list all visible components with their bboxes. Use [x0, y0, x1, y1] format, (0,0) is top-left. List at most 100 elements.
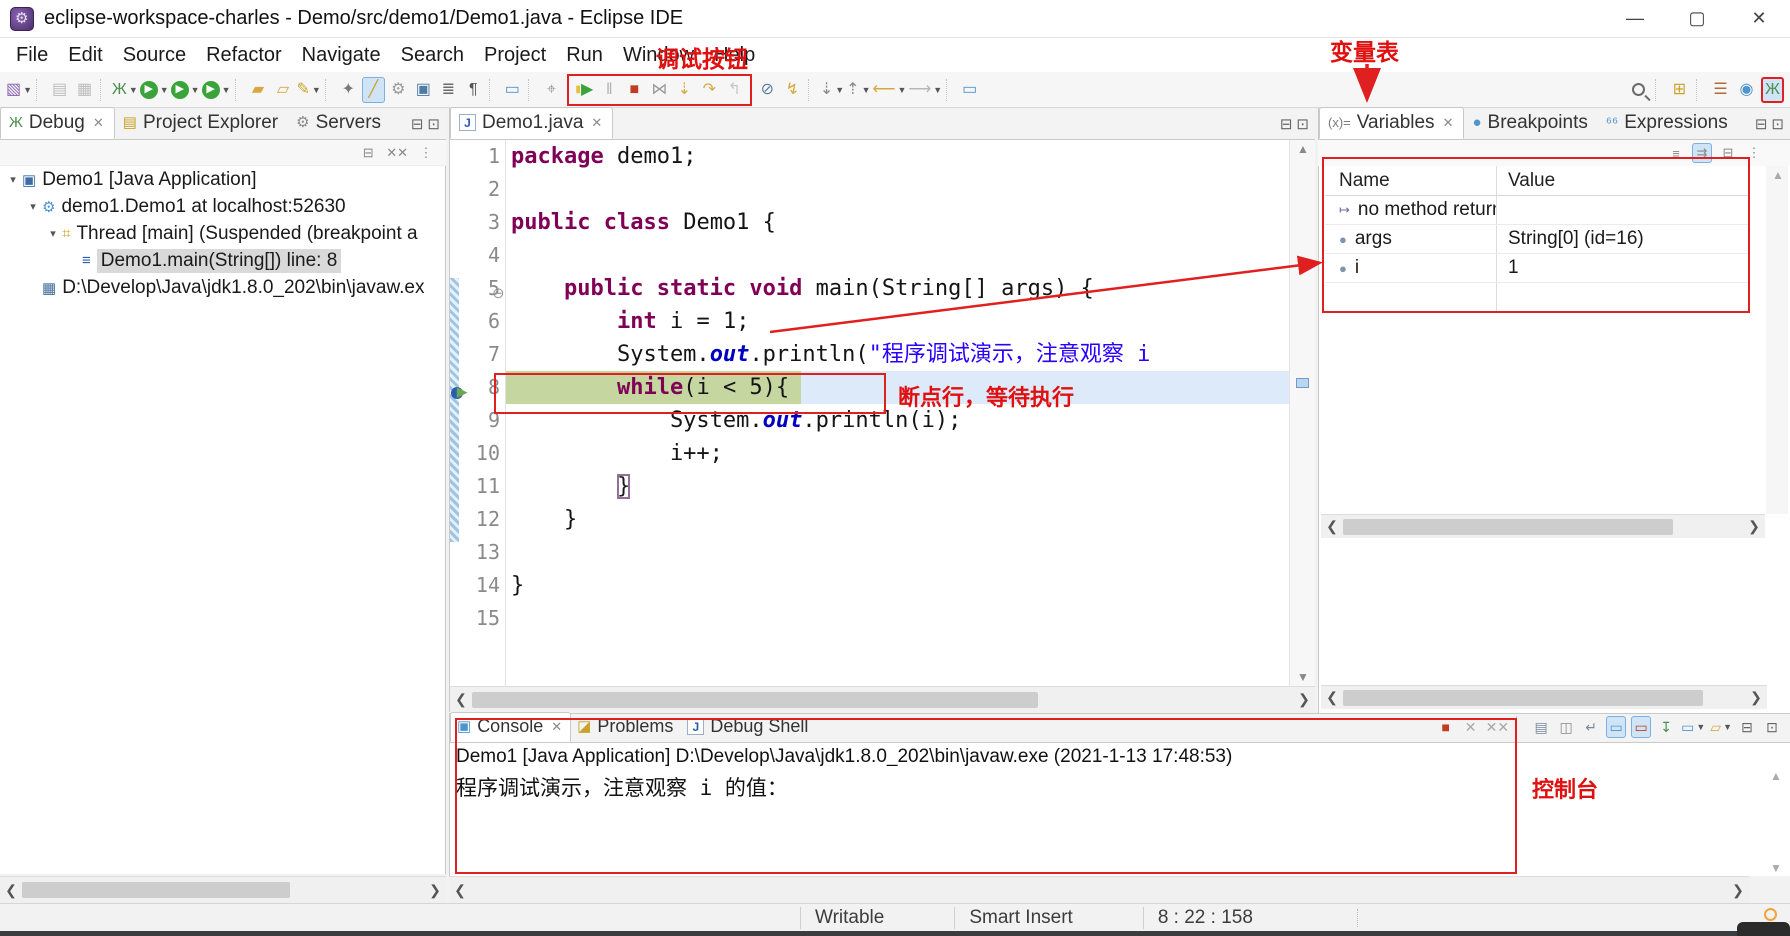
code-line-6[interactable]: 6 int i = 1; — [450, 305, 1289, 338]
code-line-10[interactable]: 10 i++; — [450, 437, 1289, 470]
minimize-icon[interactable]: ⊟ — [1755, 115, 1768, 133]
column-divider[interactable] — [1496, 166, 1497, 195]
maximize-icon[interactable]: ⊡ — [1296, 115, 1309, 133]
suspend-button[interactable]: ‖ — [598, 77, 621, 103]
code-line-12[interactable]: 12 } — [450, 503, 1289, 536]
run-external-button[interactable]: ▶▼ — [202, 77, 231, 103]
open-console-button[interactable]: ▭ — [501, 77, 524, 103]
breakpoint-icon[interactable]: ▶ — [451, 384, 469, 402]
step-into-button[interactable]: ⇣ — [673, 77, 696, 103]
view-menu-button[interactable]: ⋮ — [416, 143, 436, 163]
tab-breakpoints[interactable]: ●Breakpoints — [1464, 107, 1597, 139]
save-button[interactable]: ▤ — [48, 77, 71, 103]
notification-bell-icon[interactable] — [1764, 908, 1777, 921]
clear-marks-button[interactable]: ⌖ — [540, 77, 563, 103]
open-perspective-button[interactable]: ⊞ — [1668, 77, 1691, 103]
expand-chevron-icon[interactable]: ▾ — [46, 227, 60, 240]
scroll-lock-button[interactable]: ◫ — [1556, 716, 1576, 738]
dropdown-arrow-icon[interactable]: ▼ — [933, 85, 942, 95]
tree-item[interactable]: ≡Demo1.main(String[]) line: 8 — [0, 247, 445, 274]
scroll-up-icon[interactable]: ▲ — [1297, 142, 1309, 156]
pin-console-button[interactable]: ↧ — [1656, 716, 1676, 738]
close-icon[interactable]: ✕ — [551, 719, 562, 735]
tree-item[interactable]: ▾⌗Thread [main] (Suspended (breakpoint a — [0, 220, 445, 247]
menu-file[interactable]: File — [6, 42, 58, 69]
scroll-left-icon[interactable]: ❮ — [1321, 689, 1343, 706]
scroll-left-icon[interactable]: ❮ — [449, 882, 471, 899]
menu-window[interactable]: Window — [613, 42, 704, 69]
perspective-javaee-button[interactable]: ☰ — [1709, 77, 1732, 103]
mark-occurrences-button[interactable]: ✎▼ — [297, 77, 321, 103]
show-logical-structure-button[interactable]: ⇉ — [1692, 143, 1712, 163]
scrollbar-thumb[interactable] — [472, 692, 1038, 708]
expand-chevron-icon[interactable]: ▾ — [6, 173, 20, 186]
minimize-icon[interactable]: ⊟ — [411, 115, 424, 133]
run-button[interactable]: ▶▼ — [140, 77, 169, 103]
dropdown-arrow-icon[interactable]: ▼ — [129, 85, 138, 95]
collapse-all-button[interactable]: ⊟ — [358, 143, 378, 163]
dropdown-arrow-icon[interactable]: ▼ — [1723, 722, 1732, 732]
next-annotation-button[interactable]: ⇣▼ — [820, 77, 844, 103]
console-vertical-scrollbar[interactable]: ▲ ▼ — [1762, 769, 1788, 875]
variables-horizontal-scrollbar[interactable]: ❮ ❯ — [1321, 514, 1765, 538]
code-line-4[interactable]: 4 — [450, 239, 1289, 272]
remove-terminated-button[interactable]: ✕✕ — [386, 143, 408, 163]
dropdown-arrow-icon[interactable]: ▼ — [23, 85, 32, 95]
debug-button[interactable]: Ж▼ — [112, 77, 138, 103]
forward-button[interactable]: ⟶▼ — [908, 77, 942, 103]
variable-row[interactable] — [1325, 283, 1749, 312]
dropdown-arrow-icon[interactable]: ▼ — [222, 85, 231, 95]
open-task-button[interactable]: ▰ — [247, 77, 270, 103]
minimize-icon[interactable]: ⊟ — [1280, 115, 1293, 133]
perspective-debug-button[interactable]: Ж — [1761, 77, 1784, 103]
search-icon[interactable] — [1627, 77, 1650, 103]
collapse-all-button[interactable]: ⊟ — [1718, 143, 1738, 163]
menu-navigate[interactable]: Navigate — [292, 42, 391, 69]
tab-project-explorer[interactable]: ▤Project Explorer — [115, 107, 288, 139]
tab-debug-shell[interactable]: JDebug Shell — [681, 712, 816, 742]
coverage-button[interactable]: ▶▼ — [171, 77, 200, 103]
menu-project[interactable]: Project — [474, 42, 556, 69]
column-value[interactable]: Value — [1496, 170, 1555, 192]
column-name[interactable]: Name — [1325, 170, 1496, 192]
dropdown-arrow-icon[interactable]: ▼ — [312, 85, 321, 95]
fold-collapse-icon[interactable]: ⊖ — [492, 284, 505, 302]
last-edit-location-button[interactable]: ▭ — [958, 77, 981, 103]
show-whitespace-button[interactable]: ¶ — [462, 77, 485, 103]
editor-vertical-scrollbar[interactable]: ▲ ▼ — [1289, 140, 1315, 686]
tree-item[interactable]: ▾▣Demo1 [Java Application] — [0, 166, 445, 193]
dropdown-arrow-icon[interactable]: ▼ — [160, 85, 169, 95]
code-line-1[interactable]: 1package demo1; — [450, 140, 1289, 173]
step-filters-button[interactable]: ↯ — [781, 77, 804, 103]
tab-variables[interactable]: (x)=Variables✕ — [1319, 107, 1464, 139]
close-button[interactable]: ✕ — [1728, 0, 1790, 37]
menu-edit[interactable]: Edit — [58, 42, 112, 69]
save-all-button[interactable]: ▦ — [73, 77, 96, 103]
show-type-names-button[interactable]: ≡ — [1666, 143, 1686, 163]
minimize-button[interactable]: ⊟ — [1737, 716, 1757, 738]
scroll-up-icon[interactable]: ▲ — [1772, 168, 1784, 182]
resume-button[interactable]: ▮▶ — [573, 77, 596, 103]
scroll-right-icon[interactable]: ❯ — [1727, 882, 1749, 899]
scroll-right-icon[interactable]: ❯ — [1745, 689, 1767, 706]
dropdown-arrow-icon[interactable]: ▼ — [835, 85, 844, 95]
new-wizard-button[interactable]: ▧▼ — [6, 77, 32, 103]
expand-chevron-icon[interactable]: ▾ — [26, 200, 40, 213]
console-horizontal-scrollbar[interactable]: ❮ ❯ — [449, 876, 1749, 903]
scrollbar-thumb[interactable] — [22, 882, 290, 898]
step-return-button[interactable]: ↰ — [723, 77, 746, 103]
terminate-button[interactable]: ■ — [1436, 716, 1456, 738]
close-icon[interactable]: ✕ — [591, 115, 602, 131]
code-line-11[interactable]: 11 } — [450, 470, 1289, 503]
menu-refactor[interactable]: Refactor — [196, 42, 292, 69]
tab-expressions[interactable]: ⁶⁶Expressions — [1598, 107, 1738, 139]
maximize-button[interactable]: ⊡ — [1762, 716, 1782, 738]
code-line-9[interactable]: 9 System.out.println(i); — [450, 404, 1289, 437]
scroll-right-icon[interactable]: ❯ — [1293, 691, 1315, 708]
scroll-right-icon[interactable]: ❯ — [1743, 518, 1765, 535]
code-line-15[interactable]: 15 — [450, 602, 1289, 635]
code-line-8[interactable]: 8 while(i < 5){ — [450, 371, 1289, 404]
word-wrap-button[interactable]: ↵ — [1581, 716, 1601, 738]
show-stderr-button[interactable]: ▭ — [1631, 716, 1651, 738]
code-line-5[interactable]: 5 public static void main(String[] args)… — [450, 272, 1289, 305]
